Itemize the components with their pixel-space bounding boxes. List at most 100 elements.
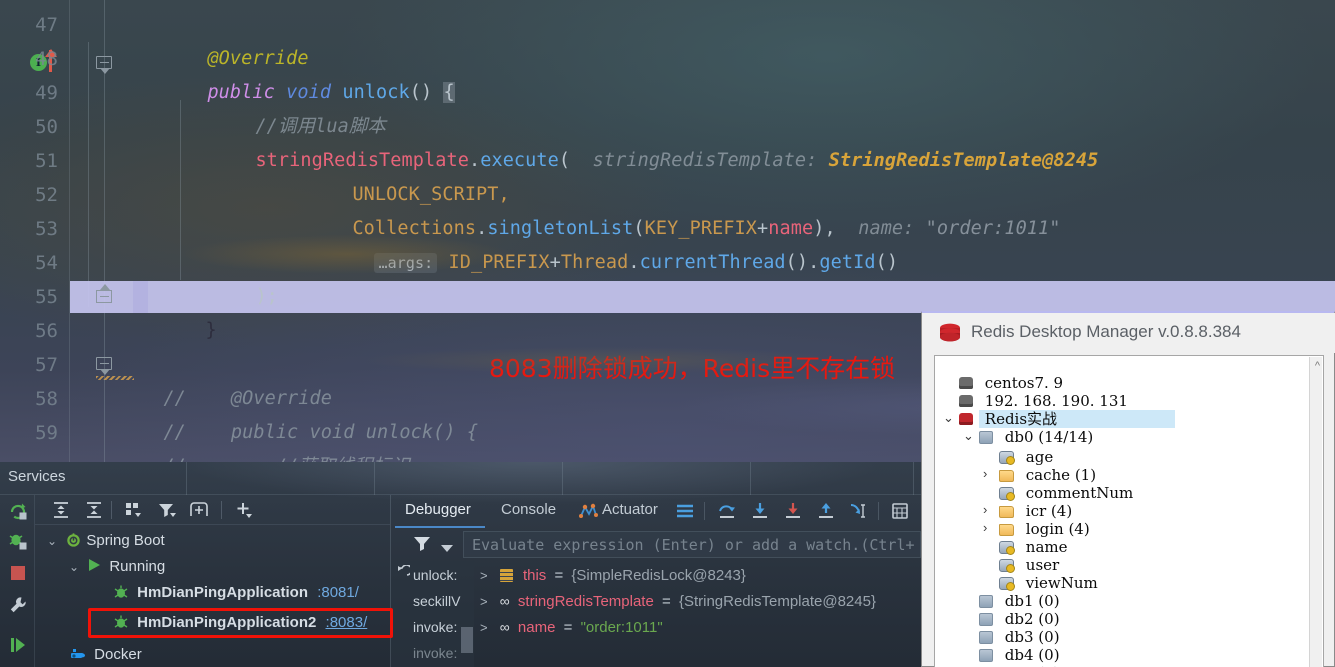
chevron-right-icon[interactable]: ›	[983, 520, 987, 535]
rdm-tree-row[interactable]: login (4)	[999, 520, 1090, 538]
rerun-icon[interactable]	[8, 501, 28, 521]
method-getid: getId	[819, 252, 876, 273]
service-port-link[interactable]: :8081/	[317, 584, 359, 601]
add-icon[interactable]	[233, 501, 255, 519]
rdm-tree-row[interactable]: centos7. 9	[959, 374, 1063, 392]
expand-arrow-icon[interactable]: >	[480, 568, 488, 583]
line-number: 52	[35, 184, 58, 206]
rdm-tree-row[interactable]: name	[999, 538, 1068, 556]
chevron-right-icon[interactable]: ›	[983, 502, 987, 517]
rdm-row-label: db2 (0)	[1004, 610, 1060, 628]
redis-key-tree[interactable]: ⌄ ⌄ › › › centos7. 9 192. 168. 190. 131 …	[934, 355, 1324, 667]
evaluate-expression-input[interactable]: Evaluate expression (Enter) or add a wat…	[463, 531, 921, 558]
chevron-right-icon[interactable]: ›	[983, 466, 987, 481]
expand-arrow-icon[interactable]: >	[480, 594, 488, 609]
tab-separator	[913, 462, 914, 495]
filter-icon[interactable]	[413, 535, 431, 556]
tab-separator	[186, 462, 187, 495]
rdm-row-label: cache (1)	[1025, 466, 1097, 484]
key-icon	[999, 559, 1015, 573]
constant-id-prefix: ID_PREFIX	[448, 252, 550, 273]
expand-arrow-icon[interactable]: >	[480, 620, 488, 635]
variable-row[interactable]: > this = {SimpleRedisLock@8243}	[480, 563, 746, 588]
tab-console[interactable]: Console	[501, 501, 556, 518]
frames-list[interactable]: unlock: seckillV invoke: invoke:	[391, 561, 474, 667]
tab-debugger[interactable]: Debugger	[405, 501, 471, 518]
variable-row[interactable]: > ∞ stringRedisTemplate = {StringRedisTe…	[480, 589, 876, 614]
tab-separator	[750, 462, 751, 495]
tree-node-spring-boot[interactable]: ⌄ Spring Boot	[47, 528, 165, 554]
indent-guide	[88, 42, 89, 307]
rdm-tree-row[interactable]: user	[999, 556, 1059, 574]
rdm-tree-row[interactable]: age	[999, 448, 1053, 466]
variable-row[interactable]: > ∞ name = "order:1011"	[480, 615, 663, 640]
rdm-tree-row[interactable]: commentNum	[999, 484, 1133, 502]
rdm-row-label: viewNum	[1025, 574, 1098, 592]
chevron-down-icon[interactable]: ⌄	[963, 428, 974, 444]
tab-separator	[374, 462, 375, 495]
rdm-tree-row[interactable]: db4 (0)	[979, 646, 1060, 664]
step-back-icon[interactable]	[396, 564, 413, 584]
mute-breakpoints-icon[interactable]	[674, 502, 696, 522]
rdm-tree-row[interactable]: Redis实战	[959, 410, 1057, 428]
rdm-tree-row[interactable]: db2 (0)	[979, 610, 1060, 628]
chevron-down-icon[interactable]: ⌄	[69, 554, 83, 580]
services-tab-label[interactable]: Services	[8, 468, 66, 485]
frames-scrollbar[interactable]	[461, 627, 473, 653]
server-icon	[959, 377, 973, 389]
rdm-row-label: 192. 168. 190. 131	[984, 392, 1128, 410]
run-to-cursor-icon[interactable]	[847, 502, 869, 522]
rdm-tree-row[interactable]: icr (4)	[999, 502, 1072, 520]
rdm-tree-row[interactable]: db1 (0)	[979, 592, 1060, 610]
rdm-tree-row-db0[interactable]: db0 (14/14)	[979, 428, 1093, 446]
debug-icon[interactable]	[8, 531, 28, 551]
toolbar-separator	[221, 501, 222, 519]
key-icon	[999, 541, 1015, 555]
rdm-row-label: name	[1025, 538, 1068, 556]
toolbar-separator	[704, 502, 705, 520]
tree-node-docker[interactable]: Docker	[69, 642, 142, 667]
scroll-up-icon[interactable]: ^	[1315, 360, 1320, 372]
line-number: 57	[35, 354, 58, 376]
force-step-into-icon[interactable]	[782, 502, 804, 522]
fold-marker-open-icon[interactable]	[96, 56, 112, 74]
expand-all-icon[interactable]	[50, 501, 72, 519]
key-icon	[999, 577, 1015, 591]
rdm-tree-row[interactable]: viewNum	[999, 574, 1098, 592]
rdm-tree-row[interactable]: 192. 168. 190. 131	[959, 392, 1128, 410]
collapse-all-icon[interactable]	[83, 501, 105, 519]
line-number: 53	[35, 218, 58, 240]
parens: ()	[875, 252, 899, 273]
tree-node-running[interactable]: ⌄ Running	[69, 554, 165, 580]
fold-marker-close-icon[interactable]	[96, 284, 112, 303]
step-over-icon[interactable]	[716, 502, 738, 522]
group-by-icon[interactable]	[123, 501, 145, 519]
redis-desktop-manager-window[interactable]: Redis Desktop Manager v.0.8.8.384 ⌄ ⌄ › …	[921, 311, 1335, 667]
chevron-down-icon[interactable]: ⌄	[943, 410, 954, 426]
open-brace: {	[443, 82, 455, 103]
evaluate-expression-icon[interactable]	[889, 502, 911, 522]
rdm-tree-row[interactable]: db3 (0)	[979, 628, 1060, 646]
tree-node-hmdianpingapplication[interactable]: HmDianPingApplication :8081/	[113, 580, 359, 606]
services-left-rail	[0, 495, 35, 667]
add-tab-icon[interactable]	[188, 501, 210, 519]
inline-hint-label: stringRedisTemplate:	[592, 150, 818, 171]
evaluate-placeholder: Evaluate expression (Enter) or add a wat…	[472, 536, 915, 554]
settings-icon[interactable]	[8, 595, 28, 615]
rdm-scrollbar[interactable]: ^	[1309, 357, 1322, 667]
rdm-tree-row[interactable]: cache (1)	[999, 466, 1096, 484]
redis-logo-icon	[938, 322, 962, 344]
resume-icon[interactable]	[8, 635, 28, 655]
services-tree[interactable]: ⌄ Spring Boot ⌄ Running HmDianPingApplic…	[35, 526, 390, 667]
chevron-down-icon[interactable]	[440, 540, 454, 558]
filter-icon[interactable]	[156, 501, 178, 519]
variables-list[interactable]: > this = {SimpleRedisLock@8243} > ∞ stri…	[474, 561, 921, 667]
folder-icon	[999, 506, 1014, 518]
step-into-icon[interactable]	[749, 502, 771, 522]
step-out-icon[interactable]	[815, 502, 837, 522]
tree-node-label: Spring Boot	[86, 532, 165, 549]
stop-icon[interactable]	[8, 563, 28, 583]
tab-actuator[interactable]: Actuator	[602, 501, 658, 518]
code-line-59: // //获取线程标识	[96, 416, 410, 462]
chevron-down-icon[interactable]: ⌄	[47, 528, 61, 554]
